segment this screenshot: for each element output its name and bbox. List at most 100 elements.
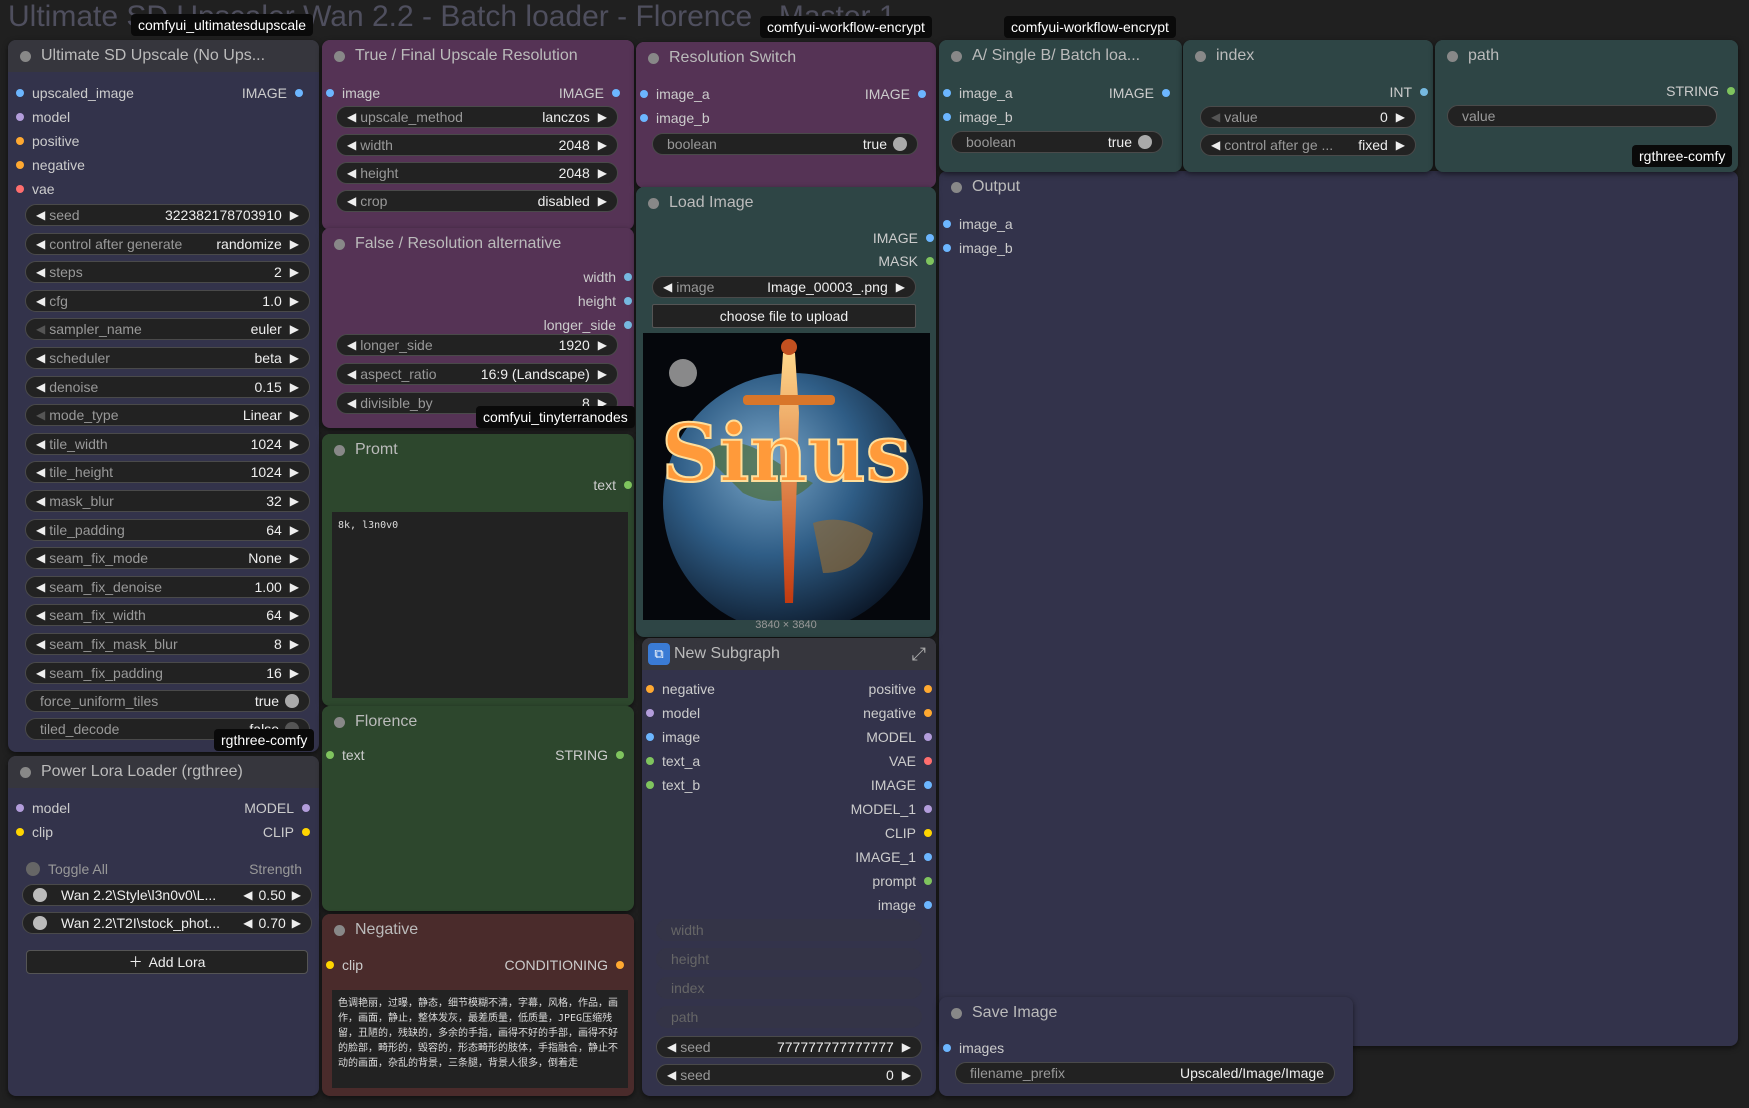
load-image-node[interactable]: Load Image IMAGE MASK ◀ image Image_00003_… <box>636 187 936 637</box>
increment-arrow-icon[interactable]: ▶ <box>290 580 299 594</box>
increment-arrow-icon[interactable]: ▶ <box>290 608 299 622</box>
index-value-widget[interactable]: ◀ value 0 ▶ <box>1200 106 1416 128</box>
output-load-image[interactable]: IMAGE <box>776 227 934 249</box>
decrement-arrow-icon[interactable]: ◀ <box>347 194 356 208</box>
subgraph-output-model_1[interactable]: MODEL_1 <box>762 798 932 820</box>
decrement-arrow-icon[interactable]: ◀ <box>36 351 45 365</box>
input-upscaled-image[interactable]: upscaled_image IMAGE <box>16 82 311 104</box>
decrement-arrow-icon[interactable]: ◀ <box>36 494 45 508</box>
widget-upscale-8[interactable]: ◀ tile_width 1024 ▶ <box>25 432 310 455</box>
subgraph-widget-path[interactable]: path <box>656 1006 922 1028</box>
increment-arrow-icon[interactable]: ▶ <box>598 367 607 381</box>
input-ab-image-a[interactable]: image_a IMAGE <box>943 82 1178 104</box>
lora-item-2[interactable]: Wan 2.2\T2I\stock_phot... ◀ 0.70 ▶ <box>22 912 312 934</box>
decrement-arrow-icon[interactable]: ◀ <box>36 208 45 222</box>
increment-arrow-icon[interactable]: ▶ <box>290 666 299 680</box>
increment-arrow-icon[interactable]: ▶ <box>290 551 299 565</box>
widget-upscale-5[interactable]: ◀ scheduler beta ▶ <box>25 347 310 369</box>
widget-falseres-0[interactable]: ◀ longer_side 1920 ▶ <box>336 334 618 356</box>
widget-upscale-9[interactable]: ◀ tile_height 1024 ▶ <box>25 461 310 484</box>
increment-arrow-icon[interactable]: ▶ <box>598 110 607 124</box>
index-title-bar[interactable]: index <box>1183 40 1433 72</box>
toggle-ab-boolean[interactable]: boolean true <box>951 131 1163 153</box>
load-title-bar[interactable]: Load Image <box>636 187 936 219</box>
resolution-switch-node[interactable]: Resolution Switch image_a IMAGE image_b b… <box>636 42 936 188</box>
ab-batch-loader-node[interactable]: A/ Single B/ Batch loa... image_a IMAGE i… <box>939 40 1182 172</box>
false-resolution-node[interactable]: False / Resolution alternative width hei… <box>322 228 634 428</box>
decrement-arrow-icon[interactable]: ◀ <box>36 380 45 394</box>
input-lora-clip[interactable]: clip CLIP <box>16 821 318 843</box>
output-title-bar[interactable]: Output <box>939 171 1738 203</box>
path-value-input[interactable]: value <box>1447 105 1717 127</box>
increment-arrow-icon[interactable]: ▶ <box>290 408 299 422</box>
increment-arrow-icon[interactable]: ▶ <box>290 265 299 279</box>
filename-prefix-input[interactable]: filename_prefix Upscaled/Image/Image <box>955 1062 1335 1084</box>
decrement-arrow-icon[interactable]: ◀ <box>347 166 356 180</box>
decrement-arrow-icon[interactable]: ◀ <box>36 237 45 251</box>
subgraph-input-model[interactable]: model <box>646 702 700 724</box>
subgraph-seed-0[interactable]: ◀ seed 777777777777777 ▶ <box>656 1036 922 1058</box>
widget-upscale-10[interactable]: ◀ mask_blur 32 ▶ <box>25 490 310 512</box>
promt-node[interactable]: Promt text 8k, l3n0v0 <box>322 434 634 706</box>
output-path-string[interactable]: STRING <box>1555 80 1735 102</box>
subgraph-input-text_b[interactable]: text_b <box>646 774 700 796</box>
subgraph-widget-height[interactable]: height <box>656 948 922 970</box>
subgraph-output-image[interactable]: IMAGE <box>762 774 932 796</box>
widget-upscale-0[interactable]: ◀ seed 322382178703910 ▶ <box>25 204 310 226</box>
power-lora-loader-node[interactable]: Power Lora Loader (rgthree) model MODEL c… <box>8 756 319 1096</box>
falseres-title-bar[interactable]: False / Resolution alternative <box>322 228 634 260</box>
input-save-images[interactable]: images <box>943 1037 1004 1059</box>
toggle-force-uniform-tiles[interactable]: force_uniform_tiles true <box>25 690 310 712</box>
increment-arrow-icon[interactable]: ▶ <box>290 494 299 508</box>
output-node[interactable]: Output image_a image_b <box>939 171 1738 1046</box>
input-image-b[interactable]: image_b <box>943 237 1013 259</box>
input-negative-clip[interactable]: clip CONDITIONING <box>326 954 632 976</box>
index-node[interactable]: index INT ◀ value 0 ▶ ◀ control after ge ...… <box>1183 40 1433 172</box>
widget-truefinal-1[interactable]: ◀ width 2048 ▶ <box>336 134 618 156</box>
decrement-arrow-icon[interactable]: ◀ <box>36 608 45 622</box>
increment-arrow-icon[interactable]: ▶ <box>598 194 607 208</box>
ab-title-bar[interactable]: A/ Single B/ Batch loa... <box>939 40 1182 72</box>
negative-textarea[interactable]: 色调艳丽，过曝，静态，细节模糊不清，字幕，风格，作品，画作，画面，静止，整体发灰… <box>332 990 628 1088</box>
decrement-arrow-icon[interactable]: ◀ <box>36 580 45 594</box>
decrement-arrow-icon[interactable]: ◀ <box>347 110 356 124</box>
decrement-arrow-icon[interactable]: ◀ <box>36 551 45 565</box>
toggle-switch-boolean[interactable]: boolean true <box>652 133 918 155</box>
lora-title-bar[interactable]: Power Lora Loader (rgthree) <box>8 756 319 788</box>
widget-upscale-16[interactable]: ◀ seam_fix_padding 16 ▶ <box>25 661 310 684</box>
output-load-mask[interactable]: MASK <box>776 250 934 272</box>
increment-arrow-icon[interactable]: ▶ <box>290 237 299 251</box>
save-image-node[interactable]: Save Image images filename_prefix Upscale… <box>939 997 1353 1096</box>
subgraph-widget-width[interactable]: width <box>656 919 922 941</box>
decrement-arrow-icon[interactable]: ◀ <box>36 523 45 537</box>
lora-item-1[interactable]: Wan 2.2\Style\l3n0v0\L... ◀ 0.50 ▶ <box>22 884 312 906</box>
decrement-arrow-icon[interactable]: ◀ <box>36 666 45 680</box>
widget-upscale-4[interactable]: ◀ sampler_name euler ▶ <box>25 318 310 341</box>
widget-upscale-12[interactable]: ◀ seam_fix_mode None ▶ <box>25 547 310 570</box>
widget-upscale-7[interactable]: ◀ mode_type Linear ▶ <box>25 404 310 427</box>
subgraph-input-negative[interactable]: negative <box>646 678 715 700</box>
subgraph-input-text_a[interactable]: text_a <box>646 750 700 772</box>
increment-arrow-icon[interactable]: ▶ <box>598 338 607 352</box>
subgraph-input-image[interactable]: image <box>646 726 700 748</box>
florence-node[interactable]: Florence text STRING <box>322 706 634 911</box>
increment-arrow-icon[interactable]: ▶ <box>290 294 299 308</box>
promt-title-bar[interactable]: Promt <box>322 434 634 466</box>
image-select[interactable]: ◀ image Image_00003_.png ▶ <box>652 276 916 298</box>
widget-truefinal-2[interactable]: ◀ height 2048 ▶ <box>336 162 618 184</box>
widget-upscale-3[interactable]: ◀ cfg 1.0 ▶ <box>25 289 310 312</box>
subgraph-output-vae[interactable]: VAE <box>762 750 932 772</box>
negative-node[interactable]: Negative clip CONDITIONING 色调艳丽，过曝，静态，细节模… <box>322 914 634 1096</box>
true-final-upscale-node[interactable]: True / Final Upscale Resolution image IMA… <box>322 40 634 230</box>
increment-arrow-icon[interactable]: ▶ <box>290 208 299 222</box>
input-vae[interactable]: vae <box>16 178 55 200</box>
input-switch-image-a[interactable]: image_a IMAGE <box>640 83 934 105</box>
subgraph-output-image_1[interactable]: IMAGE_1 <box>762 846 932 868</box>
decrement-arrow-icon[interactable]: ◀ <box>36 465 45 479</box>
subgraph-title-bar[interactable]: ⧉ New Subgraph ⤢ <box>642 638 936 670</box>
decrement-arrow-icon[interactable]: ◀ <box>36 637 45 651</box>
decrement-arrow-icon[interactable]: ◀ <box>36 294 45 308</box>
increment-arrow-icon[interactable]: ▶ <box>290 380 299 394</box>
decrement-arrow-icon[interactable]: ◀ <box>36 437 45 451</box>
subgraph-output-clip[interactable]: CLIP <box>762 822 932 844</box>
